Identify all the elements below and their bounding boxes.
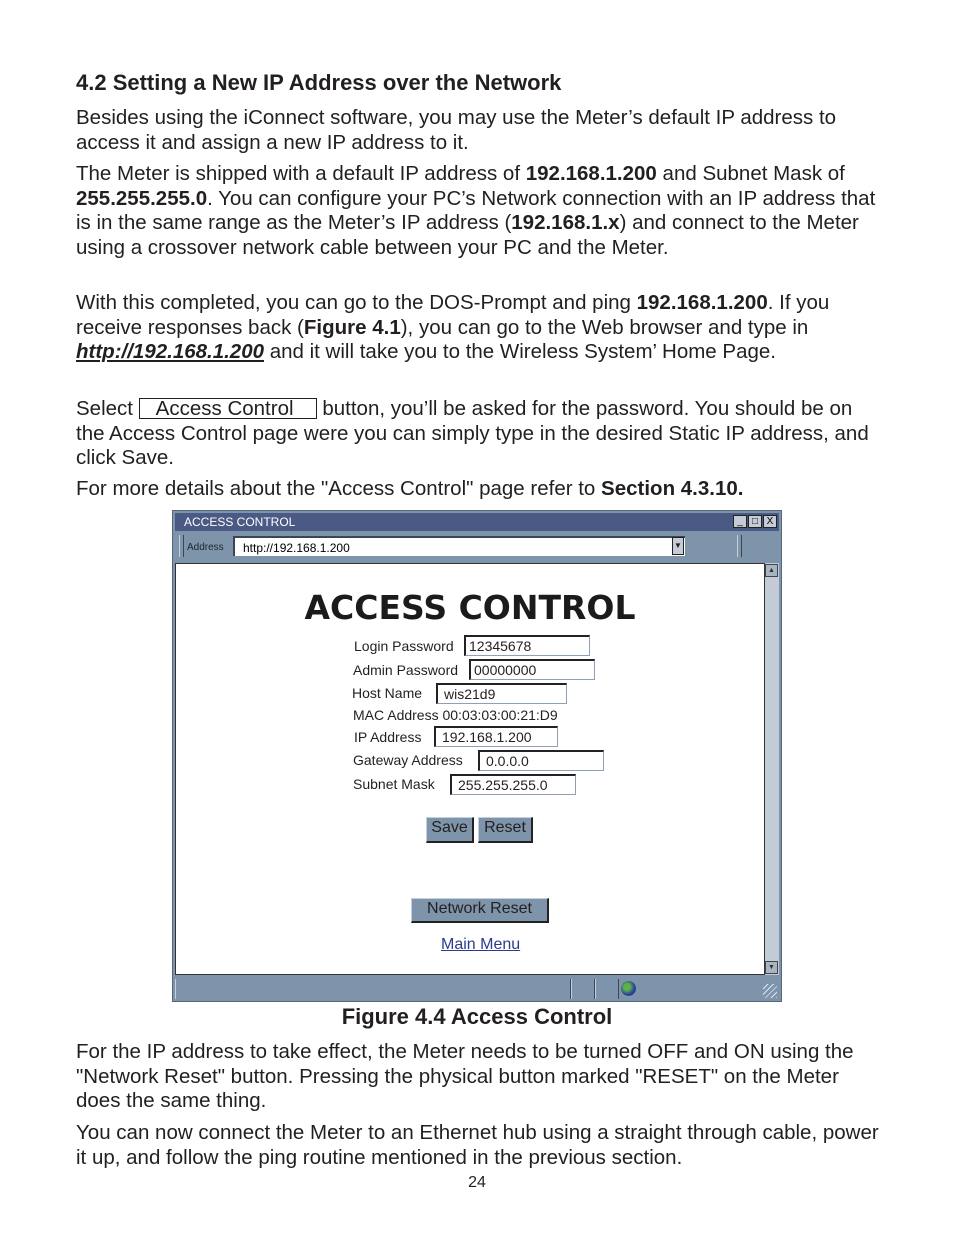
host-name-label: Host Name (352, 685, 423, 701)
text: Select (76, 397, 139, 420)
default-ip: 192.168.1.200 (525, 162, 657, 185)
figure-ref: Figure 4.1 (303, 315, 401, 339)
status-cell (571, 979, 595, 999)
address-bar: Address http://192.168.1.200 ▼ (175, 532, 779, 562)
address-input[interactable]: http://192.168.1.200 (233, 536, 685, 556)
main-menu-link[interactable]: Main Menu (441, 936, 520, 954)
title-bar: ACCESS CONTROL _ □ X (175, 513, 779, 531)
host-name-input[interactable]: wis21d9 (436, 683, 567, 704)
page-title: ACCESS CONTROL (304, 588, 636, 627)
window-controls: _ □ X (733, 515, 777, 528)
vertical-scrollbar[interactable]: ▲ ▼ (765, 563, 779, 975)
text: With this completed, you can go to the D… (76, 291, 637, 314)
login-password-input[interactable]: 12345678 (464, 635, 590, 656)
paragraph-network-reset: For the IP address to take effect, the M… (76, 1040, 854, 1112)
access-control-inline-button: Access Control (138, 398, 317, 419)
text: ), you can go to the Web browser and typ… (400, 315, 809, 339)
ip-address-input[interactable]: 192.168.1.200 (434, 726, 558, 747)
browser-window: ACCESS CONTROL _ □ X Address http://192.… (172, 510, 782, 1002)
status-cell (595, 979, 619, 999)
network-reset-button[interactable]: Network Reset (411, 898, 549, 923)
paragraph-select: Select Access Control button, you’ll be … (76, 397, 881, 471)
text: and Subnet Mask of (656, 162, 845, 185)
subnet-mask-input[interactable]: 255.255.255.0 (450, 774, 576, 795)
ip-address-label: IP Address (354, 729, 422, 745)
toolbar-grip (179, 535, 184, 557)
paragraph-ethernet: You can now connect the Meter to an Ethe… (76, 1121, 879, 1169)
reset-button[interactable]: Reset (478, 817, 533, 843)
text: and it will take you to the Wireless Sys… (264, 340, 776, 363)
login-password-label: Login Password (354, 638, 454, 654)
subnet-mask-label: Subnet Mask (353, 776, 435, 792)
page-number: 24 (468, 1174, 486, 1191)
ping-ip: 192.168.1.200 (636, 291, 768, 314)
mac-address-row: MAC Address 00:03:03:00:21:D9 (353, 707, 558, 723)
paragraph-details: For more details about the "Access Contr… (76, 477, 881, 502)
status-bar (175, 976, 779, 1000)
paragraph-default-ip: The Meter is shipped with a default IP a… (76, 162, 881, 260)
resize-grip-icon[interactable] (763, 984, 777, 998)
default-mask: 255.255.255.0 (76, 186, 208, 210)
page-content: ACCESS CONTROL Login Password 12345678 A… (175, 563, 765, 975)
toolbar-separator (737, 535, 742, 557)
figure-caption: Figure 4.4 Access Control (341, 1004, 613, 1029)
gateway-address-label: Gateway Address (353, 752, 463, 768)
gateway-address-input[interactable]: 0.0.0.0 (478, 750, 604, 771)
mac-address-label: MAC Address (353, 707, 439, 723)
globe-icon (621, 981, 636, 996)
address-label: Address (187, 542, 224, 553)
close-icon[interactable]: X (763, 515, 777, 528)
scroll-up-icon[interactable]: ▲ (765, 564, 778, 577)
section-heading: 4.2 Setting a New IP Address over the Ne… (76, 70, 562, 95)
paragraph-intro: Besides using the iConnect software, you… (76, 106, 837, 154)
url-link[interactable]: http://192.168.1.200 (76, 340, 264, 363)
save-button[interactable]: Save (426, 817, 474, 843)
section-ref: Section 4.3.10. (601, 477, 744, 500)
paragraph-ping: With this completed, you can go to the D… (76, 291, 881, 365)
admin-password-label: Admin Password (353, 662, 459, 678)
window-title: ACCESS CONTROL (184, 515, 296, 529)
mac-address-value: 00:03:03:00:21:D9 (442, 707, 558, 723)
scroll-down-icon[interactable]: ▼ (765, 961, 778, 974)
minimize-icon[interactable]: _ (733, 515, 747, 528)
maximize-icon[interactable]: □ (748, 515, 762, 528)
text: For more details about the "Access Contr… (76, 477, 602, 500)
address-dropdown-icon[interactable]: ▼ (672, 537, 684, 555)
admin-password-input[interactable]: 00000000 (469, 659, 595, 680)
status-cell (175, 979, 571, 999)
ip-range: 192.168.1.x (511, 211, 620, 234)
text: The Meter is shipped with a default IP a… (76, 162, 526, 185)
